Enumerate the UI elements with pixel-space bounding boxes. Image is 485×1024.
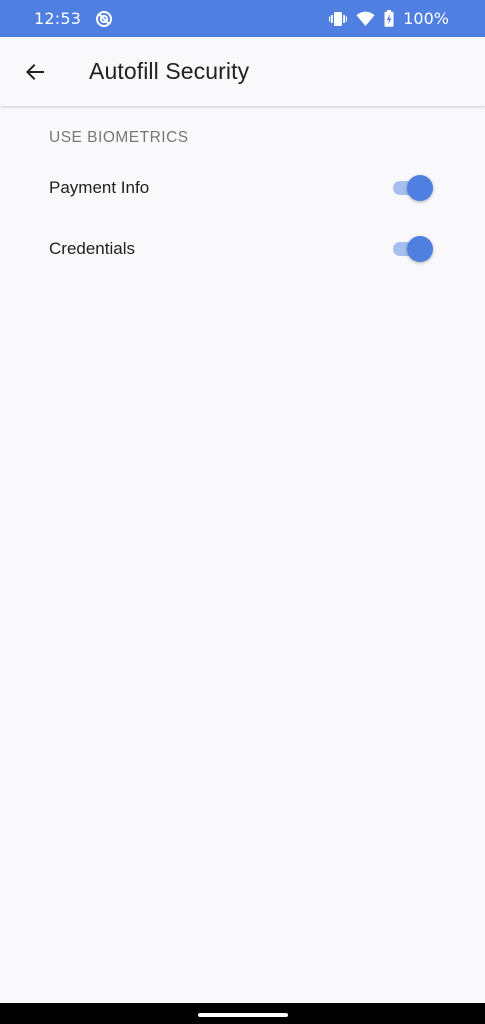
credentials-toggle[interactable] [393,235,433,262]
setting-label-credentials: Credentials [49,238,135,258]
battery-percentage: 100% [403,9,449,28]
vibrate-icon [329,11,348,27]
page-title: Autofill Security [89,58,250,84]
battery-charging-icon [384,10,394,27]
toggle-thumb [407,235,433,262]
toggle-thumb [407,174,433,201]
payment-info-toggle[interactable] [393,174,433,201]
data-saver-icon [95,10,113,28]
setting-label-payment-info: Payment Info [49,177,150,197]
navigation-bar [0,1003,485,1024]
home-gesture-handle[interactable] [198,1013,288,1017]
section-header: USE BIOMETRICS [49,129,189,146]
setting-row-credentials[interactable]: Credentials [0,218,485,279]
status-bar: 12:53 100% [0,0,485,37]
app-bar: Autofill Security [0,37,485,106]
status-left: 12:53 [34,9,113,28]
back-button[interactable] [15,52,55,92]
status-time: 12:53 [34,9,82,28]
settings-content: USE BIOMETRICS Payment Info Credentials [0,106,485,279]
status-right: 100% [329,9,449,28]
arrow-back-icon [26,63,44,80]
wifi-icon [356,11,375,27]
setting-row-payment-info[interactable]: Payment Info [0,157,485,218]
